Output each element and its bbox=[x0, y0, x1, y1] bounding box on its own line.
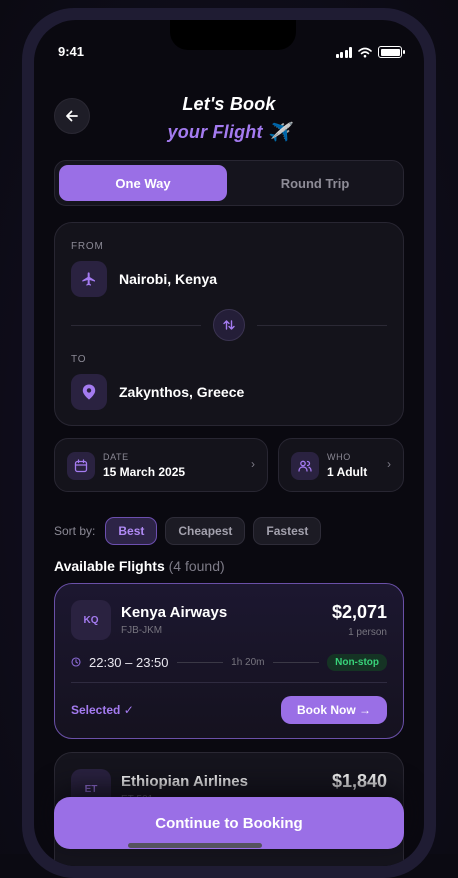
calendar-icon bbox=[74, 459, 88, 473]
battery-icon bbox=[378, 46, 405, 58]
page-title: Let's Book your Flight ✈️ bbox=[34, 90, 424, 146]
sort-chip-fastest[interactable]: Fastest bbox=[253, 517, 322, 545]
from-input[interactable]: Nairobi, Kenya bbox=[119, 271, 217, 287]
title-line-2-wrap: your Flight ✈️ bbox=[34, 118, 424, 146]
flight-price: $2,071 bbox=[331, 602, 387, 622]
flight-time-row: 22:30 – 23:50 1h 20m Non-stop bbox=[71, 652, 387, 672]
trip-type-toggle: One Way Round Trip bbox=[54, 160, 404, 206]
date-label: DATE bbox=[103, 452, 129, 462]
swap-route-button[interactable] bbox=[213, 309, 245, 341]
sort-chip-cheapest[interactable]: Cheapest bbox=[165, 517, 246, 545]
stops-badge: Non-stop bbox=[327, 653, 387, 671]
route-divider-right bbox=[257, 325, 387, 326]
title-line-2: your Flight bbox=[167, 122, 263, 142]
sort-label: Sort by: bbox=[54, 524, 96, 538]
passenger-selector[interactable]: WHO 1 Adult › bbox=[278, 438, 404, 492]
date-icon-box bbox=[67, 452, 95, 480]
to-input[interactable]: Zakynthos, Greece bbox=[119, 384, 244, 400]
chevron-right-icon: › bbox=[251, 457, 255, 471]
flight-duration: 1h 20m bbox=[231, 656, 265, 668]
date-value: 15 March 2025 bbox=[103, 465, 186, 479]
available-flights-title: Available Flights bbox=[54, 558, 165, 574]
status-icons bbox=[335, 46, 405, 58]
available-flights-heading: Available Flights (4 found) bbox=[54, 558, 225, 574]
sort-row: Sort by: Best Cheapest Fastest bbox=[54, 517, 322, 545]
route-card: FROM Nairobi, Kenya TO Zakynthos, Greece bbox=[54, 222, 404, 426]
app-screen: 9:41 Let's Book your Flight ✈️ One Way R… bbox=[34, 20, 424, 866]
date-selector[interactable]: DATE 15 March 2025 › bbox=[54, 438, 268, 492]
backdrop: 9:41 Let's Book your Flight ✈️ One Way R… bbox=[0, 0, 458, 878]
tab-one-way[interactable]: One Way bbox=[59, 165, 227, 201]
device-notch bbox=[170, 20, 296, 50]
to-icon-box bbox=[71, 374, 107, 410]
selected-indicator: Selected ✓ bbox=[71, 703, 134, 717]
route-divider-left bbox=[71, 325, 201, 326]
clock-icon bbox=[71, 657, 81, 667]
duration-line-left bbox=[176, 661, 224, 663]
sort-chip-best[interactable]: Best bbox=[105, 517, 158, 545]
users-icon bbox=[298, 460, 312, 472]
who-value: 1 Adult bbox=[327, 465, 368, 479]
airplane-icon bbox=[82, 272, 95, 286]
phone-frame: 9:41 Let's Book your Flight ✈️ One Way R… bbox=[22, 8, 436, 878]
who-icon-box bbox=[291, 452, 319, 480]
title-line-1: Let's Book bbox=[182, 94, 276, 114]
airline-name: Ethiopian Airlines bbox=[121, 773, 248, 790]
card-divider bbox=[71, 682, 387, 683]
from-icon-box bbox=[71, 261, 107, 297]
home-indicator bbox=[128, 843, 262, 848]
book-now-button[interactable]: Book Now → bbox=[281, 696, 387, 724]
flights-count: (4 found) bbox=[168, 558, 225, 574]
map-pin-icon bbox=[82, 384, 96, 400]
airline-code-badge: KQ bbox=[71, 600, 111, 640]
flight-times: 22:30 – 23:50 bbox=[89, 654, 169, 670]
chevron-right-icon: › bbox=[387, 457, 391, 471]
swap-icon bbox=[223, 320, 235, 330]
to-label: TO bbox=[71, 354, 87, 365]
flight-card-selected[interactable]: KQ Kenya Airways FJB-JKM $2,071 1 person… bbox=[54, 583, 404, 739]
wifi-icon bbox=[358, 47, 372, 57]
status-time: 9:41 bbox=[58, 44, 85, 59]
continue-to-booking-button[interactable]: Continue to Booking bbox=[54, 797, 404, 849]
flight-price: $1,840 bbox=[331, 771, 387, 791]
flight-number: FJB-JKM bbox=[121, 625, 163, 636]
airline-name: Kenya Airways bbox=[121, 604, 228, 621]
from-label: FROM bbox=[71, 241, 104, 252]
price-per: 1 person bbox=[348, 627, 387, 638]
cellular-signal-icon bbox=[335, 46, 352, 58]
airplane-emoji-icon: ✈️ bbox=[267, 122, 291, 142]
duration-line-right bbox=[272, 661, 320, 663]
who-label: WHO bbox=[327, 452, 351, 462]
tab-round-trip[interactable]: Round Trip bbox=[231, 165, 399, 201]
